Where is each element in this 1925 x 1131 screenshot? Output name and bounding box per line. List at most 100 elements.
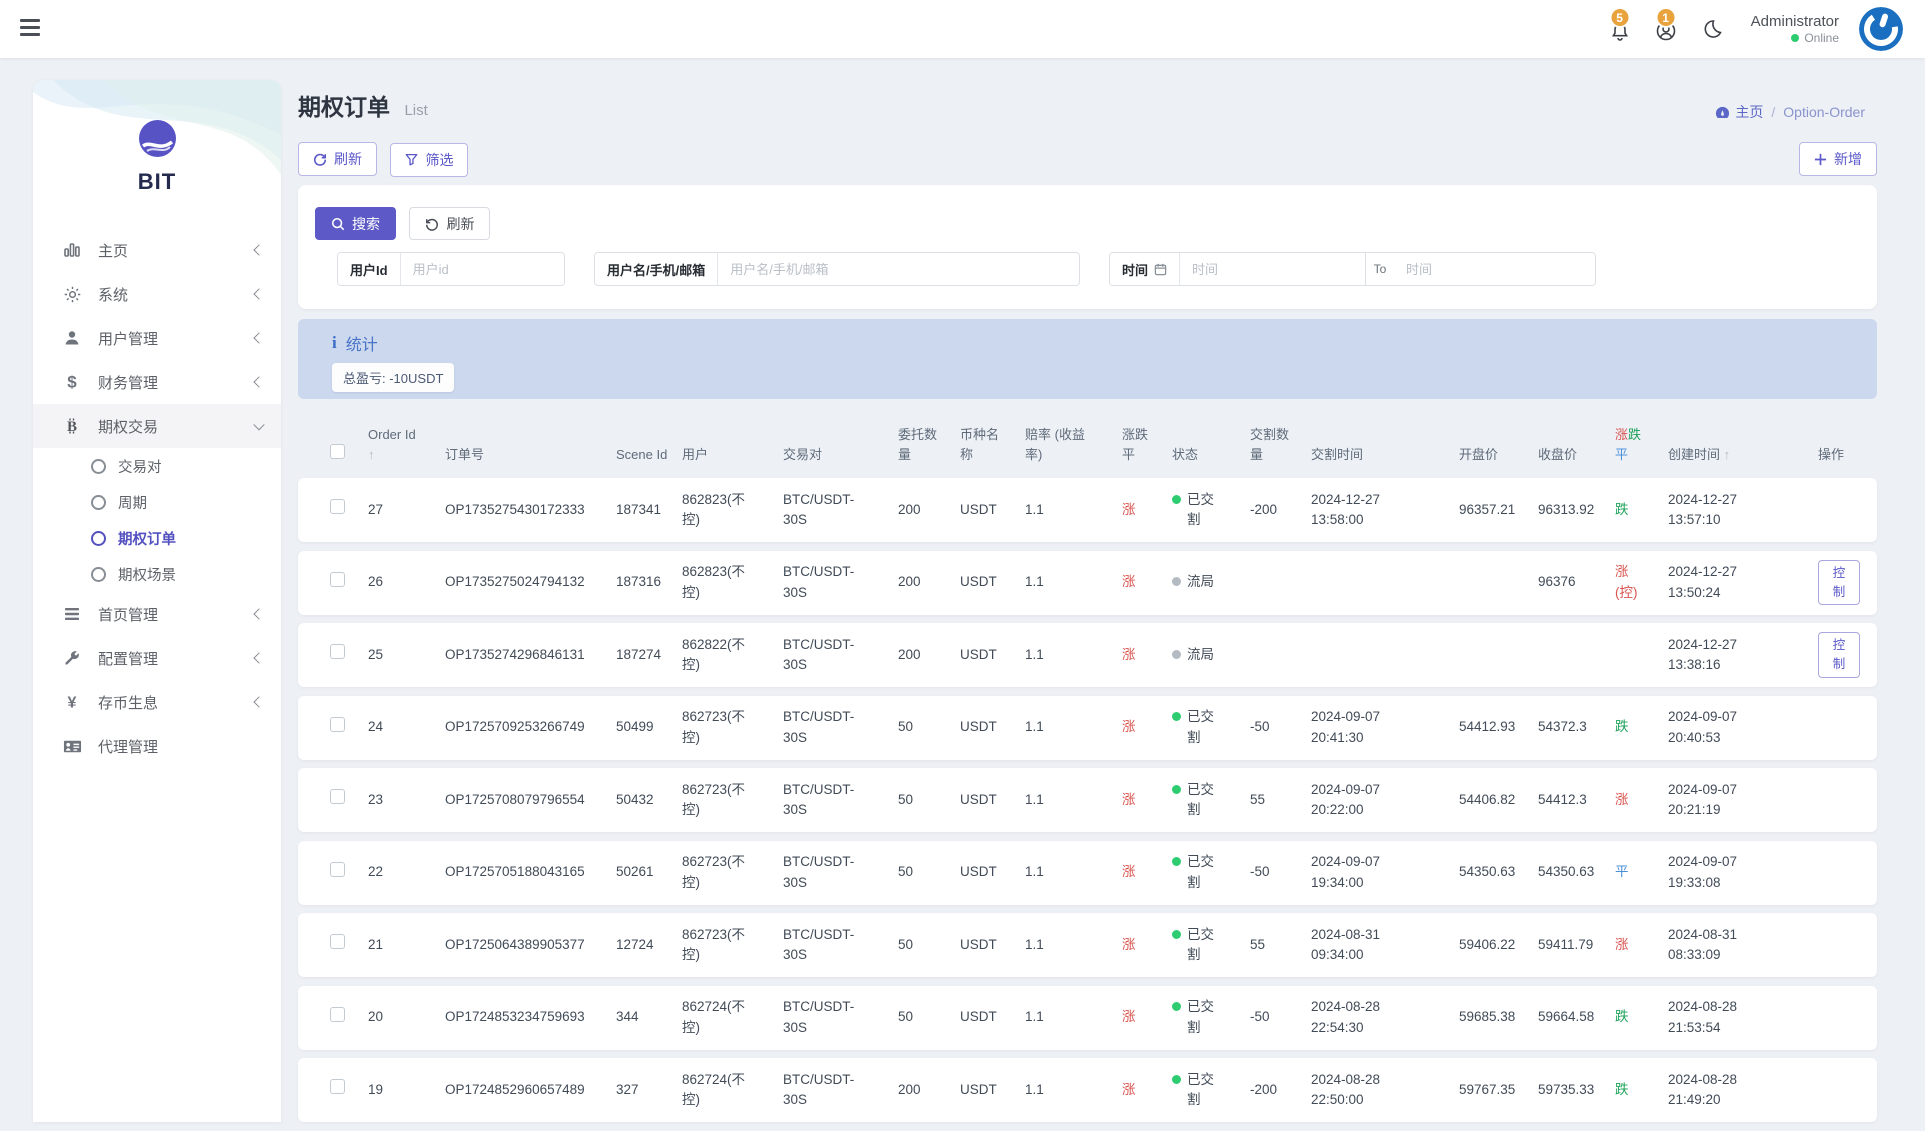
cell-delivery_time: 2024-08-28 22:54:30 xyxy=(1311,997,1459,1038)
row-checkbox[interactable] xyxy=(330,644,345,659)
col-header-coin: 币种名称 xyxy=(960,425,1025,464)
sidebar-subitem-4-1[interactable]: 周期 xyxy=(33,484,281,520)
idcard-icon xyxy=(62,736,82,756)
sidebar-subitem-label: 期权订单 xyxy=(118,528,176,549)
row-checkbox[interactable] xyxy=(330,1007,345,1022)
sidebar-item-4[interactable]: B期权交易 xyxy=(33,404,281,448)
sidebar-item-2[interactable]: 用户管理 xyxy=(33,316,281,360)
row-checkbox[interactable] xyxy=(330,499,345,514)
sidebar-item-label: 首页管理 xyxy=(98,604,158,625)
app-logo-text: BIT xyxy=(33,169,281,195)
sidebar-subitem-label: 期权场景 xyxy=(118,564,176,585)
sidebar-item-0[interactable]: 主页 xyxy=(33,228,281,272)
menu-toggle-icon[interactable] xyxy=(20,19,40,39)
sidebar-item-label: 期权交易 xyxy=(98,416,158,437)
col-header-created_at[interactable]: 创建时间 ↑ xyxy=(1668,445,1818,465)
cell-created_at: 2024-08-28 21:49:20 xyxy=(1668,1070,1818,1111)
cell-select xyxy=(298,1079,368,1100)
cell-coin: USDT xyxy=(960,717,1025,737)
cell-select xyxy=(298,862,368,883)
sidebar-subitem-4-2[interactable]: 期权订单 xyxy=(33,520,281,556)
row-checkbox[interactable] xyxy=(330,789,345,804)
sidebar-subitem-label: 交易对 xyxy=(118,456,162,477)
chevron-left-icon xyxy=(253,244,264,255)
sidebar-item-1[interactable]: 系统 xyxy=(33,272,281,316)
sidebar-item-3[interactable]: $财务管理 xyxy=(33,360,281,404)
sidebar-subitem-4-0[interactable]: 交易对 xyxy=(33,448,281,484)
cell-amount: 50 xyxy=(898,862,960,882)
cell-open_price: 54406.82 xyxy=(1459,790,1538,810)
cell-delivery_time: 2024-09-07 20:22:00 xyxy=(1311,780,1459,821)
control-button[interactable]: 控制 xyxy=(1818,632,1860,678)
cell-order_id: 26 xyxy=(368,572,445,592)
cell-order_no: OP1725709253266749 xyxy=(445,717,616,737)
cell-select xyxy=(298,572,368,593)
status-dot xyxy=(1172,857,1181,866)
cell-amount: 200 xyxy=(898,1080,960,1100)
table-row: 21OP172506438990537712724862723(不控)BTC/U… xyxy=(298,913,1877,977)
cell-coin: USDT xyxy=(960,500,1025,520)
main-content: 期权订单 List 主页 / Option-Order 刷新 筛选 xyxy=(298,80,1877,1131)
user-avatar[interactable] xyxy=(1859,7,1903,51)
cell-user: 862723(不控) xyxy=(682,780,783,821)
cell-odds: 1.1 xyxy=(1025,572,1122,592)
cell-created_at: 2024-08-31 08:33:09 xyxy=(1668,925,1818,966)
cell-user: 862823(不控) xyxy=(682,490,783,531)
sort-asc-icon[interactable]: ↑ xyxy=(368,445,435,465)
sidebar-item-label: 存币生息 xyxy=(98,692,158,713)
cell-direction: 涨 xyxy=(1122,935,1172,955)
reset-button[interactable]: 刷新 xyxy=(409,207,490,240)
search-button[interactable]: 搜索 xyxy=(315,207,396,240)
row-checkbox[interactable] xyxy=(330,1079,345,1094)
messages-badge: 1 xyxy=(1655,7,1676,28)
notifications-bell-icon[interactable]: 5 xyxy=(1607,16,1633,42)
cell-amount: 200 xyxy=(898,500,960,520)
cell-order_no: OP1725064389905377 xyxy=(445,935,616,955)
cell-open_price: 59685.38 xyxy=(1459,1007,1538,1027)
calendar-icon xyxy=(1154,263,1167,276)
filter-button[interactable]: 筛选 xyxy=(390,143,468,177)
radio-circle-icon xyxy=(91,459,106,474)
user-name-input[interactable] xyxy=(718,253,1079,285)
row-checkbox[interactable] xyxy=(330,862,345,877)
sort-asc-icon[interactable]: ↑ xyxy=(1724,447,1731,462)
cell-delivery_time: 2024-09-07 19:34:00 xyxy=(1311,852,1459,893)
control-button[interactable]: 控制 xyxy=(1818,560,1860,606)
cell-delivery_amount: 55 xyxy=(1250,935,1311,955)
chevron-down-icon xyxy=(253,419,264,430)
status-badge: 已交割 xyxy=(1172,707,1250,748)
cell-order_id: 27 xyxy=(368,500,445,520)
row-checkbox[interactable] xyxy=(330,934,345,949)
time-start-input[interactable] xyxy=(1180,253,1365,285)
col-header-select xyxy=(298,444,368,465)
select-all-checkbox[interactable] xyxy=(330,444,345,459)
search-panel: 搜索 刷新 用户Id 用户名/手机/邮箱 时间 xyxy=(298,185,1877,309)
user-id-input[interactable] xyxy=(401,253,564,285)
status-dot xyxy=(1172,930,1181,939)
table-row: 25OP1735274296846131187274862822(不控)BTC/… xyxy=(298,623,1877,687)
time-end-input[interactable] xyxy=(1394,253,1595,285)
cell-delivery_amount: -50 xyxy=(1250,862,1311,882)
cell-direction: 涨 xyxy=(1122,1080,1172,1100)
cell-user: 862723(不控) xyxy=(682,925,783,966)
sidebar-subitem-4-3[interactable]: 期权场景 xyxy=(33,556,281,592)
row-checkbox[interactable] xyxy=(330,717,345,732)
sidebar-item-8[interactable]: 代理管理 xyxy=(33,724,281,768)
dark-mode-moon-icon[interactable] xyxy=(1699,16,1725,42)
col-header-order_id[interactable]: Order Id↑ xyxy=(368,425,445,464)
sidebar-item-6[interactable]: 配置管理 xyxy=(33,636,281,680)
cell-odds: 1.1 xyxy=(1025,862,1122,882)
sidebar-item-7[interactable]: ¥存币生息 xyxy=(33,680,281,724)
messages-user-icon[interactable]: 1 xyxy=(1653,16,1679,42)
refresh-button[interactable]: 刷新 xyxy=(298,142,377,176)
row-checkbox[interactable] xyxy=(330,572,345,587)
col-header-result: 涨跌平 xyxy=(1615,425,1668,464)
col-header-close_price: 收盘价 xyxy=(1538,445,1615,465)
time-start-field-group: 时间 xyxy=(1109,252,1366,286)
sidebar-item-5[interactable]: 首页管理 xyxy=(33,592,281,636)
radio-circle-icon xyxy=(91,531,106,546)
breadcrumb-home-link[interactable]: 主页 xyxy=(1715,102,1763,122)
app-logo[interactable] xyxy=(139,120,176,157)
cell-scene_id: 327 xyxy=(616,1080,682,1100)
add-button[interactable]: 新增 xyxy=(1799,142,1877,176)
